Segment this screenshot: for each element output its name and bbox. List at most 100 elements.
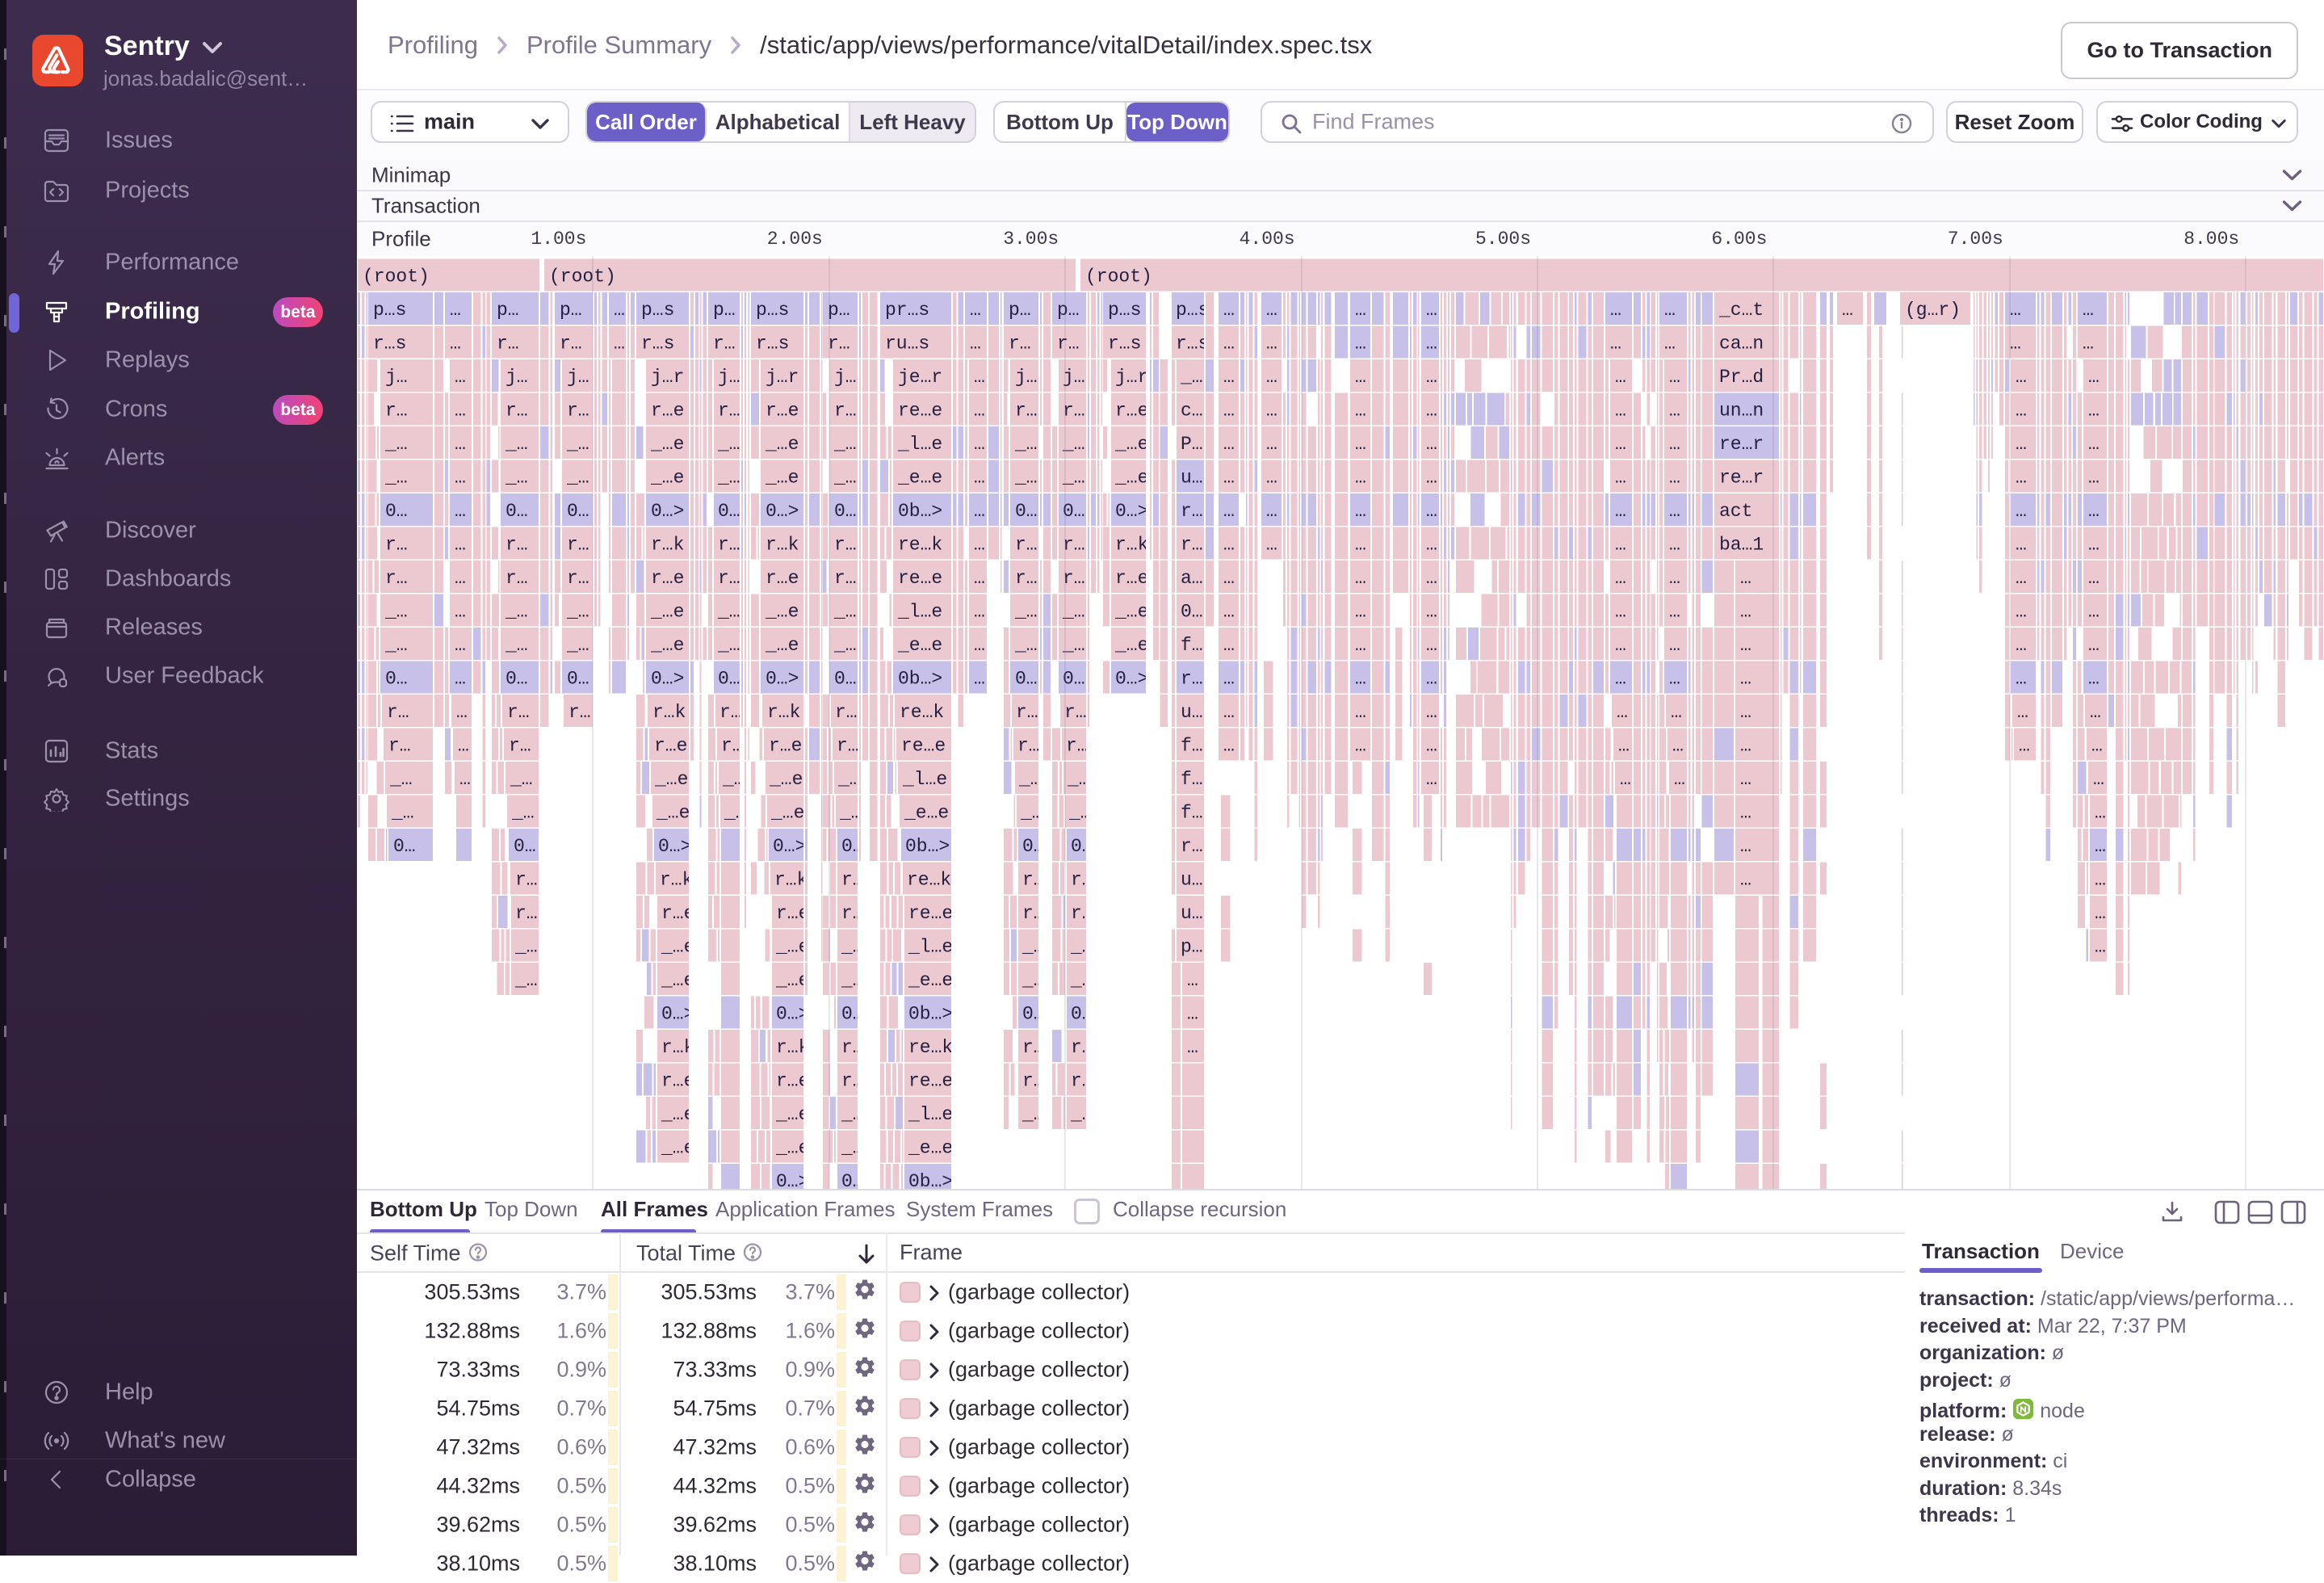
- svg-text:_…: _…: [391, 803, 414, 824]
- svg-text:…: …: [450, 300, 461, 321]
- svg-text:…: …: [1355, 702, 1366, 723]
- svg-text:_…e: _…e: [654, 769, 688, 790]
- svg-text:r…: r…: [834, 401, 857, 422]
- svg-text:_…e: _…e: [1114, 635, 1148, 656]
- svg-text:…: …: [1266, 468, 1277, 489]
- svg-text:…: …: [1223, 401, 1235, 422]
- svg-text:_…: _…: [505, 434, 528, 455]
- svg-text:r…s: r…s: [373, 334, 406, 355]
- svg-text:…: …: [974, 535, 985, 556]
- svg-text:…: …: [2019, 736, 2030, 757]
- svg-text:0…: 0…: [1181, 602, 1203, 623]
- svg-text:_c…t: _c…t: [1718, 300, 1764, 321]
- svg-text:r…: r…: [385, 401, 408, 422]
- svg-text:_…e: _…e: [661, 1138, 694, 1159]
- svg-text:_…: _…: [833, 602, 857, 623]
- svg-text:r…: r…: [497, 334, 519, 355]
- svg-text:…: …: [1223, 334, 1235, 355]
- svg-text:_e…e: _e…e: [897, 468, 942, 489]
- svg-text:…: …: [1615, 602, 1626, 623]
- svg-text:_…: _…: [505, 635, 528, 656]
- svg-text:…: …: [1740, 602, 1751, 623]
- svg-text:r…: r…: [1057, 334, 1080, 355]
- svg-text:r…: r…: [718, 568, 740, 589]
- svg-text:0…: 0…: [1015, 501, 1038, 522]
- svg-text:0…>: 0…>: [658, 836, 691, 857]
- svg-text:r…: r…: [388, 736, 411, 757]
- svg-text:_…: _…: [717, 635, 740, 656]
- svg-text:_…: _…: [1070, 1104, 1093, 1125]
- svg-text:_…: _…: [1014, 635, 1038, 656]
- svg-text:r…: r…: [713, 334, 736, 355]
- svg-text:_…: _…: [384, 602, 408, 623]
- svg-text:r…: r…: [509, 736, 531, 757]
- svg-text:…: …: [970, 334, 981, 355]
- svg-text:…: …: [1223, 367, 1235, 388]
- svg-text:r…k: r…k: [661, 1037, 694, 1058]
- svg-text:_…: _…: [1020, 803, 1043, 824]
- svg-text:…: …: [1664, 334, 1676, 355]
- svg-text:…: …: [456, 702, 468, 723]
- svg-text:r…: r…: [828, 334, 850, 355]
- svg-text:_…e: _…e: [775, 1138, 809, 1159]
- svg-text:0…: 0…: [1015, 669, 1038, 690]
- svg-text:0…>: 0…>: [776, 1004, 809, 1025]
- svg-text:r…: r…: [515, 903, 538, 924]
- svg-text:…: …: [2095, 903, 2106, 924]
- svg-text:…: …: [1615, 367, 1626, 388]
- svg-text:…: …: [1355, 468, 1366, 489]
- svg-text:…: …: [1842, 300, 1853, 321]
- svg-text:r…: r…: [841, 903, 864, 924]
- svg-text:…: …: [455, 468, 466, 489]
- svg-text:p…s: p…s: [1176, 300, 1209, 321]
- svg-text:…: …: [1187, 970, 1198, 991]
- svg-text:…: …: [2088, 401, 2100, 422]
- svg-text:re…k: re…k: [900, 702, 944, 723]
- svg-text:_…e: _…e: [650, 635, 684, 656]
- svg-text:…: …: [1740, 803, 1751, 824]
- svg-text:…: …: [1426, 367, 1437, 388]
- svg-text:_…: _…: [1014, 468, 1038, 489]
- svg-text:_…: _…: [833, 434, 857, 455]
- svg-text:p…: p…: [828, 300, 850, 321]
- svg-text:r…: r…: [567, 535, 589, 556]
- svg-text:…: …: [1669, 401, 1680, 422]
- svg-text:r…k: r…k: [660, 870, 693, 891]
- svg-text:…: …: [2093, 769, 2104, 790]
- svg-text:_…: _…: [505, 602, 528, 623]
- svg-text:…: …: [974, 367, 985, 388]
- svg-text:re…e: re…e: [901, 736, 946, 757]
- svg-text:_…: _…: [1018, 769, 1042, 790]
- svg-text:r…: r…: [1064, 702, 1087, 723]
- svg-text:…: …: [455, 535, 466, 556]
- svg-text:_e…e: _e…e: [908, 970, 953, 991]
- svg-text:r…: r…: [1063, 568, 1085, 589]
- svg-text:re…k: re…k: [908, 1037, 953, 1058]
- svg-text:_…: _…: [566, 434, 589, 455]
- svg-text:_…: _…: [384, 468, 408, 489]
- svg-text:0…: 0…: [1071, 836, 1093, 857]
- svg-text:_…: _…: [717, 468, 740, 489]
- svg-text:r…: r…: [834, 535, 857, 556]
- svg-text:…: …: [2095, 836, 2106, 857]
- svg-text:r…e: r…e: [766, 568, 799, 589]
- svg-text:r…: r…: [567, 568, 589, 589]
- svg-text:…: …: [1620, 769, 1631, 790]
- svg-text:r…: r…: [1015, 401, 1038, 422]
- svg-text:0…: 0…: [841, 1004, 864, 1025]
- svg-text:p…s: p…s: [373, 300, 406, 321]
- svg-text:re…k: re…k: [898, 535, 942, 556]
- svg-text:_…: _…: [384, 635, 408, 656]
- svg-text:_l…e: _l…e: [908, 937, 953, 958]
- svg-text:…: …: [1223, 501, 1235, 522]
- svg-text:r…: r…: [835, 702, 858, 723]
- svg-text:_…e: _…e: [661, 937, 694, 958]
- svg-text:…: …: [1669, 669, 1680, 690]
- svg-text:0b…>: 0b…>: [898, 669, 942, 690]
- svg-text:…: …: [2088, 669, 2100, 690]
- svg-text:0…: 0…: [385, 669, 408, 690]
- svg-text:r…: r…: [1022, 903, 1045, 924]
- svg-text:a…: a…: [1181, 568, 1203, 589]
- svg-text:…: …: [1615, 401, 1626, 422]
- svg-text:_l…e: _l…e: [897, 602, 942, 623]
